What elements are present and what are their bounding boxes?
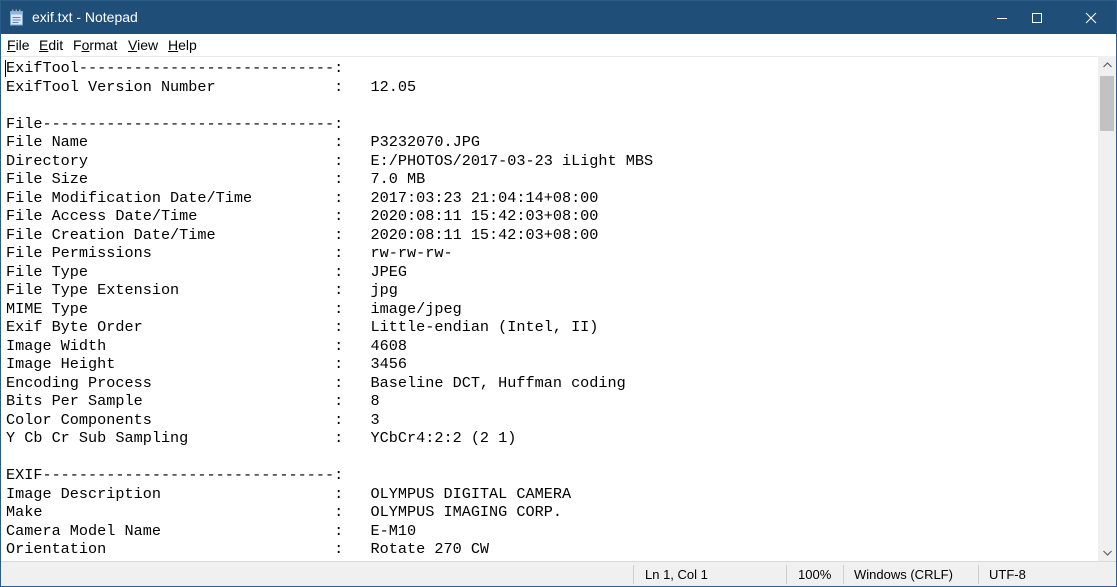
text-line: File Access Date/Time : 2020:08:11 15:42… xyxy=(6,207,599,225)
text-line: Color Components : 3 xyxy=(6,410,380,429)
text-caret xyxy=(5,60,6,77)
text-line: Y Cb Cr Sub Sampling : YCbCr4:2:2 (2 1) xyxy=(6,429,517,447)
minimize-icon xyxy=(997,17,1007,19)
text-line: File Size : 7.0 MB xyxy=(6,170,426,188)
text-line: File--------------------------------: xyxy=(6,114,344,133)
line-ending: Windows (CRLF) xyxy=(854,567,953,582)
text-line: ExifTool Version Number : 12.05 xyxy=(6,77,417,96)
menu-bar: File Edit Format View Help xyxy=(1,34,1116,56)
text-line: File Type Extension : jpg xyxy=(6,281,398,299)
scroll-up-button[interactable] xyxy=(1098,56,1116,73)
text-line: File Modification Date/Time : 2017:03:23… xyxy=(6,188,599,207)
text-line: File Permissions : rw-rw-rw- xyxy=(6,244,453,262)
text-line: Image Description : OLYMPUS DIGITAL CAME… xyxy=(6,484,572,503)
text-editor[interactable]: ExifTool----------------------------: Ex… xyxy=(1,56,1098,561)
text-line: File Type : JPEG xyxy=(6,262,408,281)
close-icon xyxy=(1085,12,1097,23)
title-bar[interactable]: exif.txt - Notepad xyxy=(1,1,1116,34)
window-title: exif.txt - Notepad xyxy=(32,9,138,25)
menu-file[interactable]: File xyxy=(7,37,30,53)
chevron-up-icon xyxy=(1102,61,1112,67)
text-line: File Creation Date/Time : 2020:08:11 15:… xyxy=(6,225,599,244)
text-line: ExifTool----------------------------: xyxy=(6,59,344,77)
text-line: File Name : P3232070.JPG xyxy=(6,133,480,151)
status-separator xyxy=(786,565,787,584)
text-line: Directory : E:/PHOTOS/2017-03-23 iLight … xyxy=(6,151,654,170)
chevron-down-icon xyxy=(1102,550,1112,556)
menu-edit[interactable]: Edit xyxy=(39,37,63,53)
scroll-down-button[interactable] xyxy=(1098,544,1116,561)
scrollbar-thumb[interactable] xyxy=(1100,76,1114,131)
vertical-scrollbar[interactable] xyxy=(1098,56,1116,561)
editor-text[interactable]: ExifTool----------------------------: Ex… xyxy=(6,59,653,559)
text-line: Bits Per Sample : 8 xyxy=(6,392,380,410)
status-separator xyxy=(843,565,844,584)
text-encoding: UTF-8 xyxy=(989,567,1026,582)
notepad-icon xyxy=(9,9,25,26)
status-separator xyxy=(978,565,979,584)
menu-format[interactable]: Format xyxy=(73,37,117,53)
text-line: Camera Model Name : E-M10 xyxy=(6,521,417,540)
cursor-position: Ln 1, Col 1 xyxy=(645,567,708,582)
text-line: Orientation : Rotate 270 CW xyxy=(6,540,490,558)
menu-help[interactable]: Help xyxy=(168,37,197,53)
text-line: Exif Byte Order : Little-endian (Intel, … xyxy=(6,318,599,336)
status-separator xyxy=(633,565,634,584)
text-line: Image Height : 3456 xyxy=(6,355,408,373)
text-line: Image Width : 4608 xyxy=(6,336,408,355)
zoom-level: 100% xyxy=(798,567,832,582)
close-button[interactable] xyxy=(1068,1,1114,34)
menu-view[interactable]: View xyxy=(128,37,158,53)
text-line: MIME Type : image/jpeg xyxy=(6,299,462,318)
text-line: Encoding Process : Baseline DCT, Huffman… xyxy=(6,373,626,392)
status-bar: Ln 1, Col 1 100% Windows (CRLF) UTF-8 xyxy=(1,561,1116,586)
text-line: Make : OLYMPUS IMAGING CORP. xyxy=(6,503,562,521)
maximize-icon xyxy=(1032,12,1042,23)
text-line: EXIF--------------------------------: xyxy=(6,466,344,484)
maximize-button[interactable] xyxy=(1014,1,1060,34)
notepad-window: exif.txt - Notepad File Edit Format View… xyxy=(0,0,1117,587)
